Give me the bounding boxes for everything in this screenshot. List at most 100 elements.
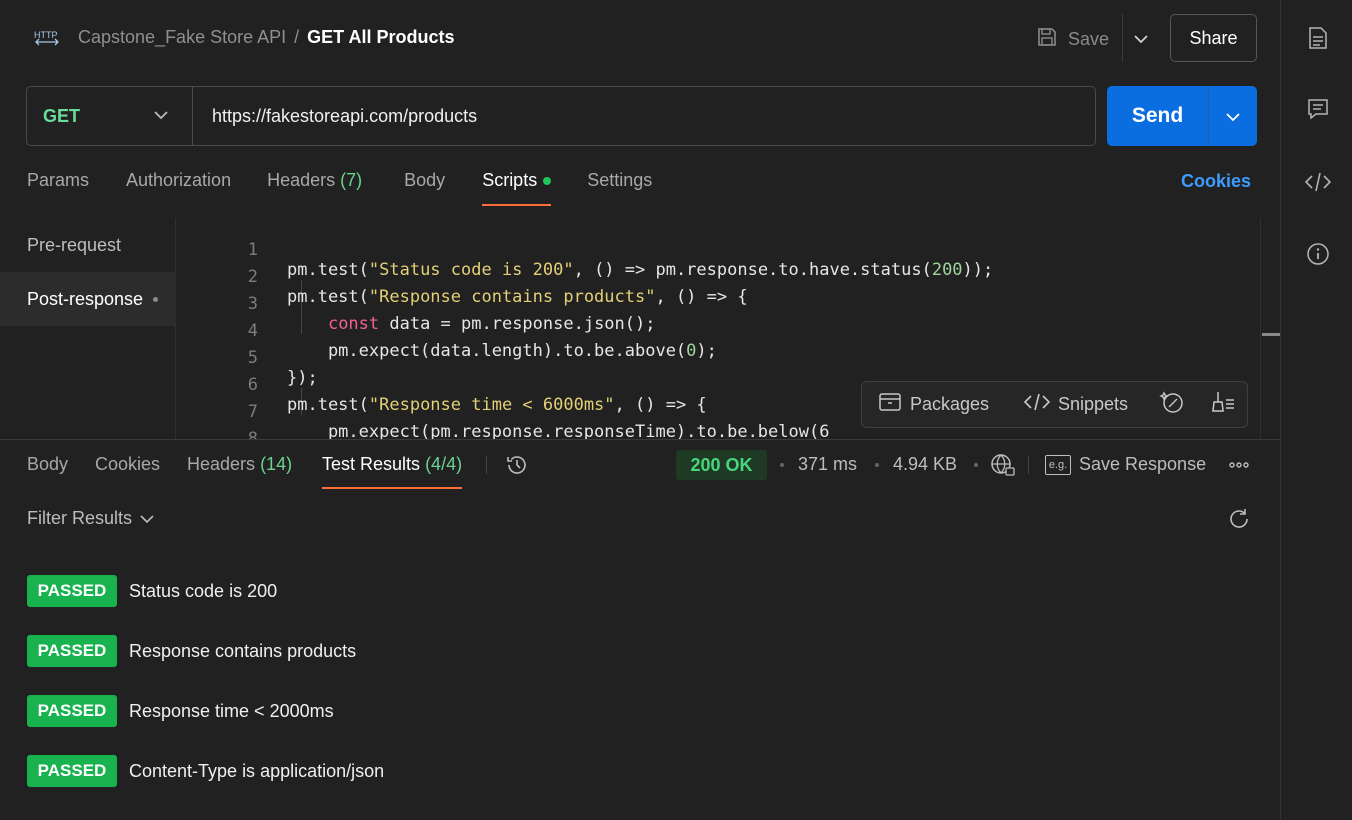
passed-badge: PASSED bbox=[27, 755, 117, 787]
method-select[interactable]: GET bbox=[27, 87, 193, 145]
code-line: 3 const data = pm.response.json(); bbox=[176, 274, 1276, 334]
script-sidebar: Pre-request Post-response bbox=[0, 218, 176, 439]
send-button[interactable]: Send bbox=[1107, 86, 1257, 146]
packages-label: Packages bbox=[910, 394, 990, 414]
save-options-button[interactable] bbox=[1122, 14, 1158, 62]
response-tab-cookies[interactable]: Cookies bbox=[95, 454, 160, 489]
send-label[interactable]: Send bbox=[1107, 86, 1208, 146]
meta-divider bbox=[1028, 456, 1029, 474]
test-results-count: (4/4) bbox=[425, 454, 463, 474]
chevron-down-icon bbox=[154, 105, 168, 130]
send-options-button[interactable] bbox=[1208, 86, 1257, 146]
test-name: Response time < 2000ms bbox=[129, 700, 334, 721]
tab-settings[interactable]: Settings bbox=[587, 170, 652, 206]
postman-window: HTTP Capstone_Fake Store API / GET All Pro… bbox=[0, 0, 1352, 820]
test-result-row: PASSED Response contains products bbox=[27, 635, 356, 667]
package-icon bbox=[878, 391, 902, 418]
example-icon: e.g. bbox=[1045, 454, 1071, 475]
save-response-button[interactable]: e.g. Save Response bbox=[1045, 454, 1206, 475]
post-response-tab[interactable]: Post-response bbox=[0, 272, 176, 326]
response-tab-headers-label: Headers bbox=[187, 454, 256, 474]
ai-assist-button[interactable] bbox=[1159, 389, 1185, 420]
filter-results-dropdown[interactable]: Filter Results bbox=[27, 508, 154, 529]
code-line: 4 pm.expect(data.length).to.be.above(0); bbox=[176, 301, 1276, 361]
filter-results-label: Filter Results bbox=[27, 508, 133, 528]
response-tab-test-results[interactable]: Test Results (4/4) bbox=[322, 454, 463, 489]
save-response-label: Save Response bbox=[1079, 454, 1207, 474]
script-toolbar: Packages Snippets bbox=[861, 381, 1248, 428]
test-name: Response contains products bbox=[129, 640, 357, 661]
magic-wand-icon bbox=[1159, 389, 1185, 420]
meta-separator bbox=[974, 463, 978, 467]
save-label: Save bbox=[1068, 28, 1110, 49]
save-button[interactable]: Save bbox=[1036, 24, 1109, 54]
code-icon[interactable] bbox=[1305, 169, 1331, 195]
test-name: Status code is 200 bbox=[129, 580, 278, 601]
breadcrumb-separator: / bbox=[294, 27, 300, 47]
editor-scrollbar[interactable] bbox=[1260, 218, 1280, 439]
request-title[interactable]: GET All Products bbox=[307, 27, 454, 47]
request-tabs: Params Authorization Headers (7) Body Sc… bbox=[27, 170, 652, 206]
response-tab-test-results-label: Test Results bbox=[322, 454, 421, 474]
code-line: 6 pm.test("Response time < 6000ms", () =… bbox=[176, 355, 1276, 415]
tab-headers-count: (7) bbox=[340, 170, 363, 190]
method-label: GET bbox=[43, 105, 81, 126]
more-options-icon[interactable] bbox=[1228, 454, 1250, 481]
editor-scroll-thumb[interactable] bbox=[1262, 333, 1280, 336]
meta-separator bbox=[875, 463, 879, 467]
passed-badge: PASSED bbox=[27, 635, 117, 667]
response-tab-body[interactable]: Body bbox=[27, 454, 68, 489]
snippets-label: Snippets bbox=[1058, 394, 1129, 414]
test-result-row: PASSED Response time < 2000ms bbox=[27, 695, 334, 727]
line-number: 8 bbox=[247, 429, 258, 439]
code-line: 1 pm.test("Status code is 200", () => pm… bbox=[176, 220, 1276, 280]
main-panel: HTTP Capstone_Fake Store API / GET All Pro… bbox=[0, 0, 1280, 820]
right-sidebar bbox=[1280, 0, 1352, 820]
test-result-row: PASSED Content-Type is application/json bbox=[27, 755, 384, 787]
test-name: Content-Type is application/json bbox=[129, 760, 385, 781]
chevron-down-icon bbox=[1226, 104, 1240, 128]
tab-authorization[interactable]: Authorization bbox=[126, 170, 231, 206]
format-button[interactable] bbox=[1210, 390, 1236, 419]
refresh-icon[interactable] bbox=[1227, 507, 1251, 531]
chevron-down-icon bbox=[1133, 28, 1148, 49]
comment-icon[interactable] bbox=[1305, 96, 1331, 122]
tab-params[interactable]: Params bbox=[27, 170, 89, 206]
passed-badge: PASSED bbox=[27, 575, 117, 607]
meta-separator bbox=[780, 463, 784, 467]
history-icon[interactable] bbox=[505, 453, 529, 482]
url-bar: GET bbox=[26, 86, 1096, 146]
document-icon[interactable] bbox=[1305, 25, 1331, 51]
post-response-indicator-dot bbox=[153, 296, 159, 302]
tab-headers-label: Headers bbox=[267, 170, 336, 190]
pre-request-tab[interactable]: Pre-request bbox=[0, 218, 176, 272]
breadcrumb: Capstone_Fake Store API / GET All Products bbox=[78, 27, 455, 48]
status-badge[interactable]: 200 OK bbox=[676, 450, 767, 480]
tab-headers[interactable]: Headers (7) bbox=[267, 170, 362, 206]
response-tab-headers[interactable]: Headers (14) bbox=[187, 454, 292, 489]
cookies-link[interactable]: Cookies bbox=[1181, 171, 1251, 192]
passed-badge: PASSED bbox=[27, 695, 117, 727]
response-size[interactable]: 4.94 KB bbox=[893, 454, 957, 475]
tab-separator bbox=[486, 456, 487, 474]
network-info-icon[interactable] bbox=[990, 453, 1016, 482]
http-request-icon: HTTP bbox=[33, 25, 61, 49]
svg-text:HTTP: HTTP bbox=[34, 30, 58, 40]
tab-scripts-label: Scripts bbox=[482, 170, 538, 190]
tab-body[interactable]: Body bbox=[404, 170, 445, 206]
post-response-label: Post-response bbox=[27, 288, 144, 309]
response-time[interactable]: 371 ms bbox=[798, 454, 857, 475]
response-headers-count: (14) bbox=[260, 454, 293, 474]
save-icon bbox=[1036, 26, 1058, 53]
breadcrumb-collection[interactable]: Capstone_Fake Store API bbox=[78, 27, 286, 47]
scripts-indicator-dot bbox=[543, 177, 552, 186]
test-result-row: PASSED Status code is 200 bbox=[27, 575, 277, 607]
tab-scripts[interactable]: Scripts bbox=[482, 170, 552, 206]
snippets-button[interactable]: Snippets bbox=[1023, 392, 1129, 417]
share-button[interactable]: Share bbox=[1170, 14, 1257, 62]
code-line: 2 pm.test("Response contains products", … bbox=[176, 247, 1276, 307]
info-icon[interactable] bbox=[1305, 241, 1331, 267]
packages-button[interactable]: Packages bbox=[878, 391, 989, 418]
panel-divider[interactable] bbox=[0, 439, 1280, 440]
url-input[interactable] bbox=[212, 87, 1072, 145]
